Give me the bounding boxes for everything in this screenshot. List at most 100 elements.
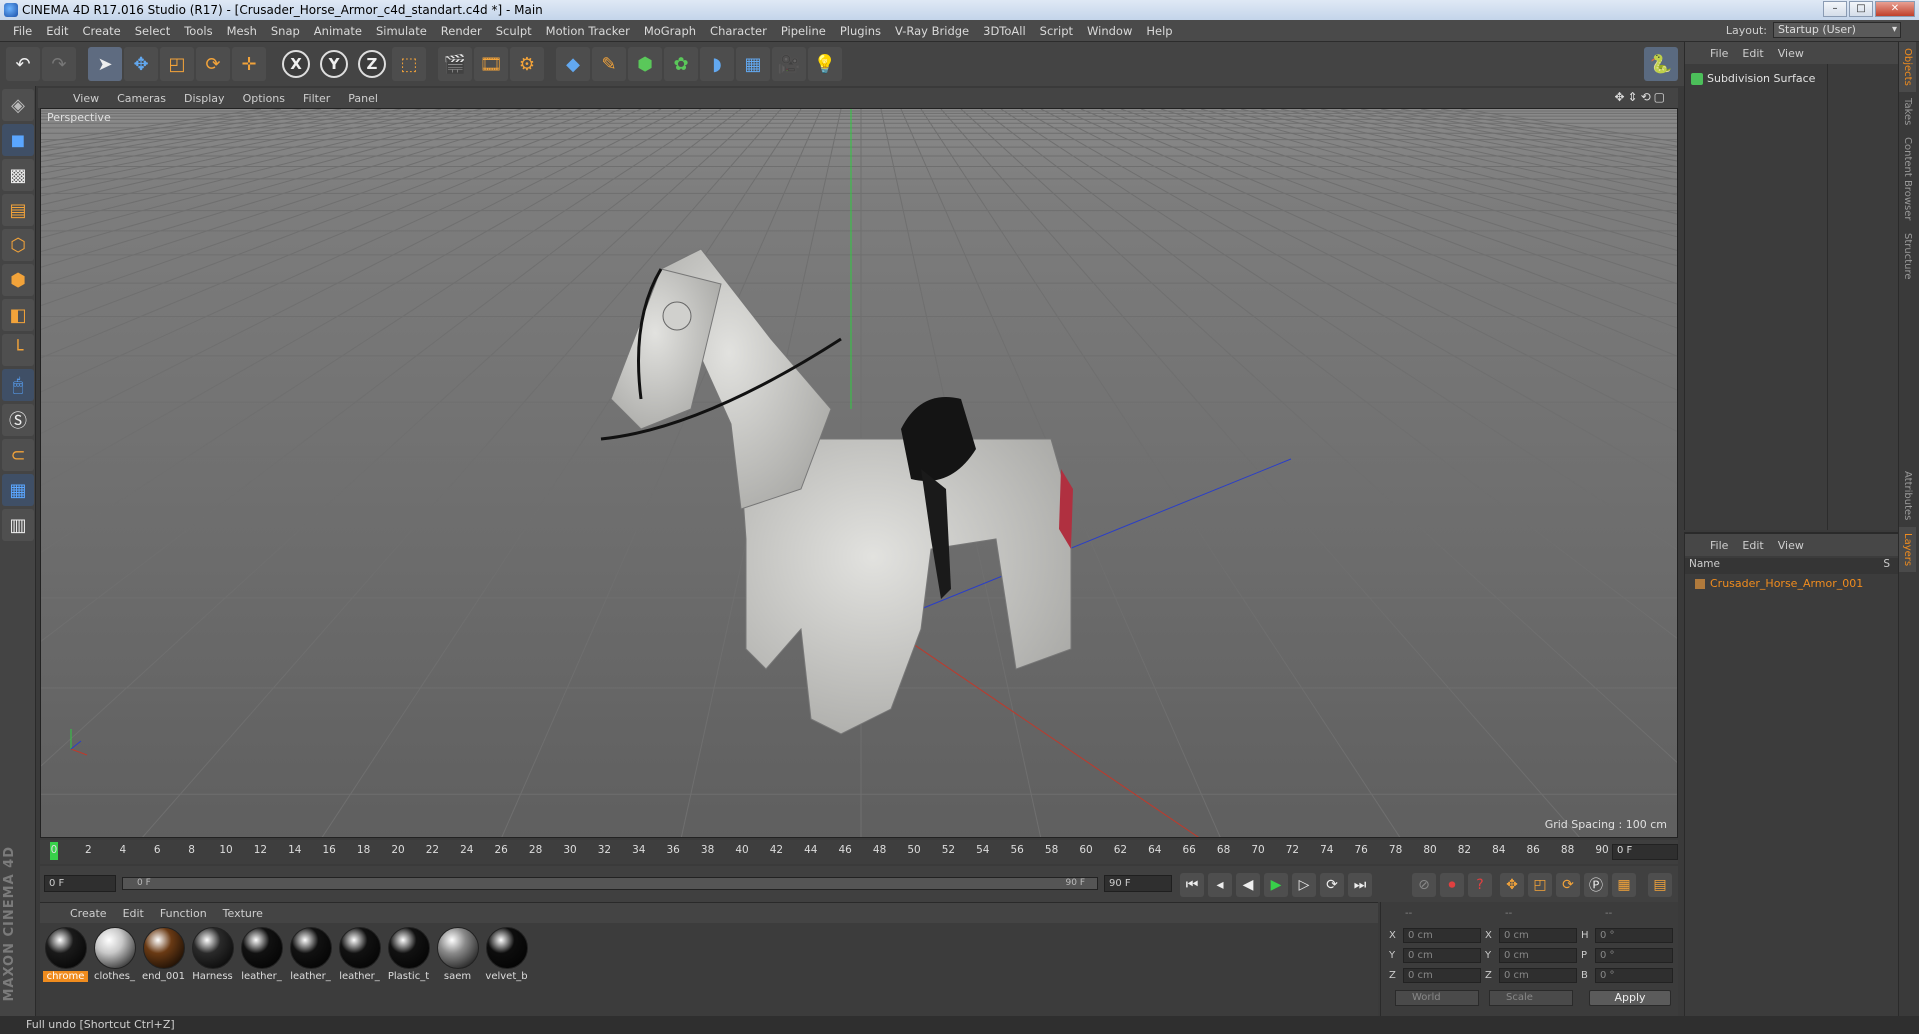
undo-icon[interactable]: ↶: [6, 47, 40, 81]
material-menu-function[interactable]: Function: [152, 907, 215, 920]
end-frame-field[interactable]: 90 F: [1104, 875, 1172, 892]
preview-range-slider[interactable]: 0 F 90 F: [122, 877, 1098, 890]
deformer-icon[interactable]: ◗: [700, 47, 734, 81]
start-frame-field[interactable]: 0 F: [44, 875, 116, 892]
size-y-field[interactable]: 0 cm: [1499, 948, 1577, 963]
menu-sculpt[interactable]: Sculpt: [489, 24, 539, 38]
menu-tools[interactable]: Tools: [177, 24, 219, 38]
size-mode-dropdown[interactable]: Scale: [1489, 990, 1573, 1006]
menu-snap[interactable]: Snap: [264, 24, 307, 38]
coordinate-system-icon[interactable]: ⬚: [392, 47, 426, 81]
menu-simulate[interactable]: Simulate: [369, 24, 434, 38]
menu-script[interactable]: Script: [1033, 24, 1080, 38]
material-swatch[interactable]: leather_: [239, 927, 284, 982]
y-axis-lock-icon[interactable]: Y: [320, 50, 348, 78]
python-icon[interactable]: 🐍: [1644, 47, 1678, 81]
current-frame-field[interactable]: 0 F: [1612, 844, 1678, 860]
menu-3dtoall[interactable]: 3DToAll: [976, 24, 1033, 38]
workplane-mode-icon[interactable]: ▤: [2, 194, 34, 226]
menu-help[interactable]: Help: [1139, 24, 1179, 38]
layers-column-name[interactable]: Name: [1689, 558, 1720, 574]
key-pla-icon[interactable]: ▦: [1612, 873, 1636, 897]
model-mode-icon[interactable]: ◼: [2, 124, 34, 156]
coordinate-space-dropdown[interactable]: World: [1395, 990, 1479, 1006]
material-swatch[interactable]: Harness: [190, 927, 235, 982]
material-swatch[interactable]: leather_: [337, 927, 382, 982]
key-parameter-icon[interactable]: Ⓟ: [1584, 873, 1608, 897]
go-to-end-icon[interactable]: ⏭: [1348, 873, 1372, 897]
tab-content-browser[interactable]: Content Browser: [1899, 131, 1916, 226]
minimize-button[interactable]: –: [1823, 1, 1847, 17]
menu-edit[interactable]: Edit: [39, 24, 75, 38]
render-view-icon[interactable]: 🎬: [438, 47, 472, 81]
move-tool-icon[interactable]: ✥: [124, 47, 158, 81]
edges-mode-icon[interactable]: ⬢: [2, 264, 34, 296]
tab-structure[interactable]: Structure: [1899, 227, 1916, 286]
render-picture-viewer-icon[interactable]: 🎞: [474, 47, 508, 81]
material-swatch[interactable]: leather_: [288, 927, 333, 982]
objects-menu-edit[interactable]: Edit: [1735, 47, 1770, 60]
viewport-menu-panel[interactable]: Panel: [339, 92, 387, 105]
viewport-menu-display[interactable]: Display: [175, 92, 234, 105]
menu-plugins[interactable]: Plugins: [833, 24, 888, 38]
menu-mograph[interactable]: MoGraph: [637, 24, 703, 38]
menu-window[interactable]: Window: [1080, 24, 1139, 38]
layers-menu-file[interactable]: File: [1703, 539, 1735, 552]
viewport-menu-view[interactable]: View: [64, 92, 108, 105]
next-frame-icon[interactable]: ▷: [1292, 873, 1316, 897]
rotation-b-field[interactable]: 0 °: [1595, 968, 1673, 983]
subdivision-generator-icon[interactable]: ⬢: [628, 47, 662, 81]
size-x-field[interactable]: 0 cm: [1499, 928, 1577, 943]
viewport-menu-options[interactable]: Options: [234, 92, 294, 105]
layers-menu-view[interactable]: View: [1771, 539, 1811, 552]
material-menu-edit[interactable]: Edit: [115, 907, 152, 920]
position-z-field[interactable]: 0 cm: [1403, 968, 1481, 983]
viewport-menu-cameras[interactable]: Cameras: [108, 92, 175, 105]
material-swatch[interactable]: end_001: [141, 927, 186, 982]
tab-objects[interactable]: Objects: [1899, 42, 1916, 92]
rotate-tool-icon[interactable]: ⟳: [196, 47, 230, 81]
menu-vray-bridge[interactable]: V-Ray Bridge: [888, 24, 976, 38]
layout-dropdown[interactable]: Startup (User): [1773, 22, 1901, 38]
keyframe-selection-icon[interactable]: ?: [1468, 873, 1492, 897]
viewport-navigation-icons[interactable]: ✥⇕⟲▢: [1614, 90, 1668, 104]
tab-layers[interactable]: Layers: [1899, 526, 1916, 572]
close-button[interactable]: ✕: [1875, 1, 1915, 17]
layers-menu-edit[interactable]: Edit: [1735, 539, 1770, 552]
menu-motion-tracker[interactable]: Motion Tracker: [539, 24, 637, 38]
menu-character[interactable]: Character: [703, 24, 774, 38]
menu-pipeline[interactable]: Pipeline: [774, 24, 833, 38]
apply-button[interactable]: Apply: [1589, 990, 1671, 1006]
material-swatch[interactable]: saem: [435, 927, 480, 982]
position-x-field[interactable]: 0 cm: [1403, 928, 1481, 943]
render-settings-icon[interactable]: ⚙: [510, 47, 544, 81]
material-swatch[interactable]: velvet_b: [484, 927, 529, 982]
key-rotation-icon[interactable]: ⟳: [1556, 873, 1580, 897]
timeline-ruler[interactable]: 0 2 4 6 8 10 12 14 16 18 20 22 24 26 28 30 32 34 36 38 40 42 4…: [40, 840, 1678, 864]
z-axis-lock-icon[interactable]: Z: [358, 50, 386, 78]
solo-mode-icon[interactable]: Ⓢ: [2, 404, 34, 436]
menu-render[interactable]: Render: [434, 24, 489, 38]
menu-create[interactable]: Create: [76, 24, 128, 38]
material-swatch[interactable]: Plastic_t: [386, 927, 431, 982]
previous-key-icon[interactable]: ◂: [1208, 873, 1232, 897]
select-arrow-icon[interactable]: ➤: [88, 47, 122, 81]
objects-menu-view[interactable]: View: [1771, 47, 1811, 60]
menu-mesh[interactable]: Mesh: [220, 24, 264, 38]
material-swatch[interactable]: chrome: [43, 927, 88, 982]
axis-mode-icon[interactable]: └: [2, 334, 34, 366]
redo-icon[interactable]: ↷: [42, 47, 76, 81]
menu-animate[interactable]: Animate: [307, 24, 369, 38]
material-menu-create[interactable]: Create: [62, 907, 115, 920]
texture-mode-icon[interactable]: ▩: [2, 159, 34, 191]
key-scale-icon[interactable]: ◰: [1528, 873, 1552, 897]
previous-frame-icon[interactable]: ◀: [1236, 873, 1260, 897]
make-editable-icon[interactable]: ◈: [2, 89, 34, 121]
menu-file[interactable]: File: [6, 24, 39, 38]
rotation-p-field[interactable]: 0 °: [1595, 948, 1673, 963]
x-axis-lock-icon[interactable]: X: [282, 50, 310, 78]
light-bulb-icon[interactable]: 💡: [808, 47, 842, 81]
menu-select[interactable]: Select: [128, 24, 177, 38]
layer-row[interactable]: Crusader_Horse_Armor_001: [1685, 574, 1898, 593]
tab-attributes[interactable]: Attributes: [1899, 465, 1916, 526]
